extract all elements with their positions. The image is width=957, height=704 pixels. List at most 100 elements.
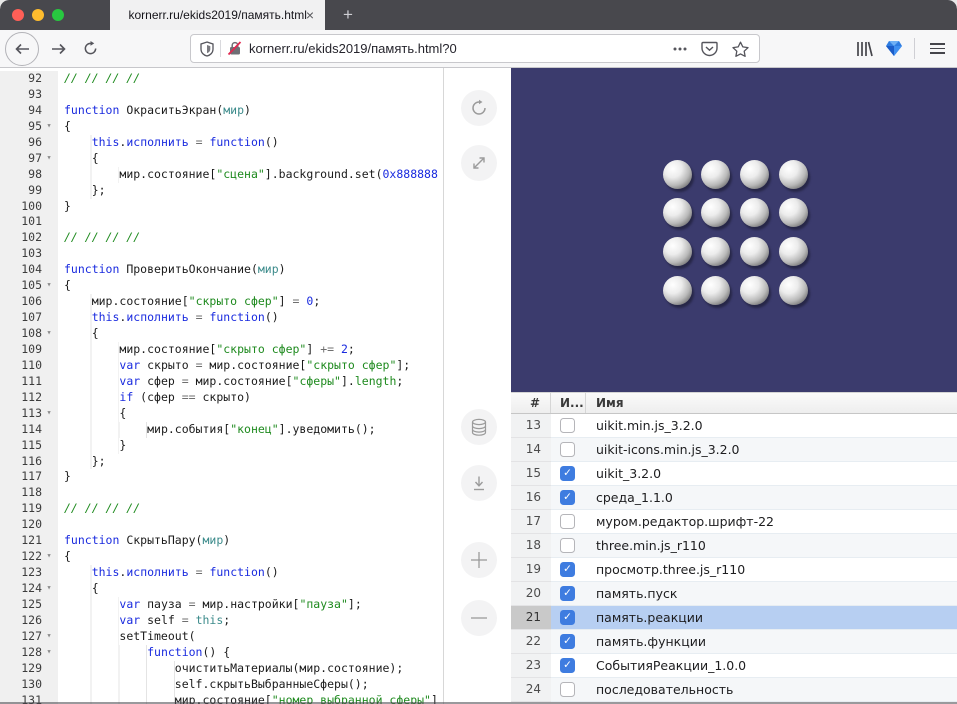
- code-line[interactable]: 93: [0, 87, 443, 103]
- insecure-lock-icon[interactable]: [227, 41, 243, 56]
- code-line[interactable]: 111 var сфер = мир.состояние["сферы"].le…: [0, 374, 443, 390]
- refresh-button[interactable]: [461, 90, 497, 126]
- fold-toggle[interactable]: ▾: [42, 326, 56, 342]
- new-tab-icon[interactable]: +: [337, 4, 359, 26]
- code-line[interactable]: 92// // // //: [0, 71, 443, 87]
- code-line[interactable]: 100}: [0, 199, 443, 215]
- code-line[interactable]: 123 this.исполнить = function(): [0, 565, 443, 581]
- fold-toggle[interactable]: ▾: [42, 151, 56, 167]
- code-line[interactable]: 114 мир.события["конец"].уведомить();: [0, 422, 443, 438]
- module-checkbox[interactable]: [560, 418, 575, 433]
- database-button[interactable]: [461, 409, 497, 445]
- code-line[interactable]: 124▾ {: [0, 581, 443, 597]
- code-line[interactable]: 103: [0, 246, 443, 262]
- code-line[interactable]: 130 self.скрытьВыбранныеСферы();: [0, 677, 443, 693]
- table-row[interactable]: 17муром.редактор.шрифт-22: [511, 510, 957, 534]
- menu-button[interactable]: [924, 30, 950, 67]
- code-line[interactable]: 128▾ function() {: [0, 645, 443, 661]
- back-button[interactable]: [5, 32, 39, 66]
- code-line[interactable]: 96 this.исполнить = function(): [0, 135, 443, 151]
- fold-toggle[interactable]: ▾: [42, 278, 56, 294]
- tracking-shield-icon[interactable]: [200, 41, 214, 57]
- fold-toggle[interactable]: ▾: [42, 549, 56, 565]
- table-row[interactable]: 19✓просмотр.three.js_r110: [511, 558, 957, 582]
- forward-button[interactable]: [44, 30, 72, 67]
- url-bar[interactable]: kornerr.ru/ekids2019/память.html?0: [190, 34, 760, 63]
- close-window-button[interactable]: [12, 9, 24, 21]
- page-actions-dots-icon[interactable]: [673, 47, 687, 51]
- module-checkbox[interactable]: ✓: [560, 634, 575, 649]
- table-row[interactable]: 15✓uikit_3.2.0: [511, 462, 957, 486]
- code-line[interactable]: 110 var скрыто = мир.состояние["скрыто с…: [0, 358, 443, 374]
- code-line[interactable]: 109 мир.состояние["скрыто сфер"] += 2;: [0, 342, 443, 358]
- module-checkbox[interactable]: ✓: [560, 610, 575, 625]
- code-line[interactable]: 105▾{: [0, 278, 443, 294]
- code-line[interactable]: 126 var self = this;: [0, 613, 443, 629]
- toolbar-separator: [914, 38, 915, 59]
- module-checkbox[interactable]: ✓: [560, 466, 575, 481]
- code-line[interactable]: 121function СкрытьПару(мир): [0, 533, 443, 549]
- code-line[interactable]: 113▾ {: [0, 406, 443, 422]
- code-line[interactable]: 125 var пауза = мир.настройки["пауза"];: [0, 597, 443, 613]
- threejs-viewport[interactable]: [511, 68, 957, 392]
- reload-button[interactable]: [76, 30, 104, 67]
- module-checkbox[interactable]: ✓: [560, 658, 575, 673]
- module-checkbox[interactable]: ✓: [560, 490, 575, 505]
- extension-gem-button[interactable]: [882, 30, 906, 67]
- code-line[interactable]: 112 if (сфер == скрыто): [0, 390, 443, 406]
- table-row[interactable]: 14uikit-icons.min.js_3.2.0: [511, 438, 957, 462]
- module-checkbox[interactable]: [560, 538, 575, 553]
- fold-toggle[interactable]: ▾: [42, 119, 56, 135]
- code-line[interactable]: 117}: [0, 469, 443, 485]
- download-button[interactable]: [461, 465, 497, 501]
- module-checkbox[interactable]: [560, 442, 575, 457]
- code-line[interactable]: 104function ПроверитьОкончание(мир): [0, 262, 443, 278]
- code-editor[interactable]: 92// // // //9394function ОкраситьЭкран(…: [0, 68, 444, 704]
- table-row[interactable]: 21✓память.реакции: [511, 606, 957, 630]
- code-line[interactable]: 107 this.исполнить = function(): [0, 310, 443, 326]
- code-line[interactable]: 97▾ {: [0, 151, 443, 167]
- code-line[interactable]: 129 очиститьМатериалы(мир.состояние);: [0, 661, 443, 677]
- maximize-window-button[interactable]: [52, 9, 64, 21]
- code-line[interactable]: 116 };: [0, 454, 443, 470]
- minimize-window-button[interactable]: [32, 9, 44, 21]
- code-line[interactable]: 101: [0, 214, 443, 230]
- table-row[interactable]: 16✓среда_1.1.0: [511, 486, 957, 510]
- module-checkbox[interactable]: ✓: [560, 562, 575, 577]
- library-button[interactable]: [852, 30, 876, 67]
- code-line[interactable]: 108▾ {: [0, 326, 443, 342]
- module-checkbox[interactable]: ✓: [560, 586, 575, 601]
- code-line[interactable]: 102// // // //: [0, 230, 443, 246]
- code-line[interactable]: 94function ОкраситьЭкран(мир): [0, 103, 443, 119]
- code-line[interactable]: 127▾ setTimeout(: [0, 629, 443, 645]
- code-line[interactable]: 120: [0, 517, 443, 533]
- code-line[interactable]: 122▾{: [0, 549, 443, 565]
- fold-toggle[interactable]: ▾: [42, 406, 56, 422]
- table-row[interactable]: 23✓СобытияРеакции_1.0.0: [511, 654, 957, 678]
- fold-toggle[interactable]: ▾: [42, 581, 56, 597]
- zoom-out-button[interactable]: [461, 600, 497, 636]
- module-checkbox[interactable]: [560, 514, 575, 529]
- table-row[interactable]: 13uikit.min.js_3.2.0: [511, 414, 957, 438]
- code-line[interactable]: 118: [0, 485, 443, 501]
- row-checkbox-cell: ✓: [551, 558, 586, 582]
- pocket-icon[interactable]: [701, 41, 718, 57]
- zoom-in-button[interactable]: [461, 542, 497, 578]
- browser-tab[interactable]: kornerr.ru/ekids2019/память.html?0 ×: [110, 0, 325, 30]
- table-row[interactable]: 22✓память.функции: [511, 630, 957, 654]
- fold-toggle[interactable]: ▾: [42, 629, 56, 645]
- table-row[interactable]: 20✓память.пуск: [511, 582, 957, 606]
- code-line[interactable]: 99 };: [0, 183, 443, 199]
- fold-toggle[interactable]: ▾: [42, 645, 56, 661]
- module-checkbox[interactable]: [560, 682, 575, 697]
- fullscreen-button[interactable]: [461, 145, 497, 181]
- code-line[interactable]: 95▾{: [0, 119, 443, 135]
- table-row[interactable]: 24последовательность: [511, 678, 957, 702]
- close-icon[interactable]: ×: [302, 7, 318, 23]
- code-line[interactable]: 106 мир.состояние["скрыто сфер"] = 0;: [0, 294, 443, 310]
- bookmark-star-icon[interactable]: [732, 41, 749, 57]
- table-row[interactable]: 18three.min.js_r110: [511, 534, 957, 558]
- code-line[interactable]: 115 }: [0, 438, 443, 454]
- code-line[interactable]: 98 мир.состояние["сцена"].background.set…: [0, 167, 443, 183]
- code-line[interactable]: 119// // // //: [0, 501, 443, 517]
